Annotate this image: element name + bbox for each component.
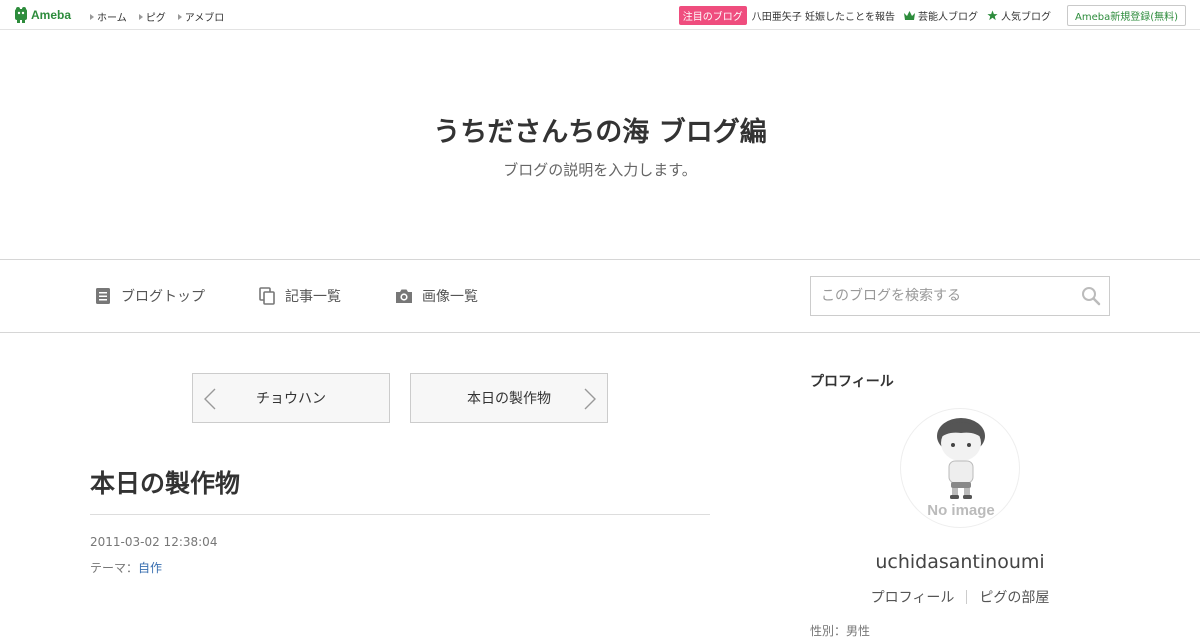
search-input[interactable] bbox=[811, 277, 1081, 315]
triangle-icon bbox=[177, 13, 182, 20]
article-theme: テーマ：自作 bbox=[90, 559, 162, 576]
nav-home-link[interactable]: ホーム bbox=[90, 9, 127, 24]
blog-search bbox=[810, 276, 1110, 316]
attention-blog-link[interactable]: 八田亜矢子 妊娠したことを報告 bbox=[752, 8, 895, 23]
next-article-button[interactable]: 本日の製作物 bbox=[410, 373, 608, 423]
triangle-icon bbox=[90, 13, 94, 20]
ameba-logo[interactable]: Ameba bbox=[14, 6, 71, 23]
celebrity-blog-label: 芸能人ブログ bbox=[917, 12, 978, 23]
nav-article-list[interactable]: 記事一覧 bbox=[258, 286, 341, 306]
blog-description: ブログの説明を入力します。 bbox=[503, 161, 697, 179]
divider bbox=[90, 514, 710, 515]
article-title[interactable]: 本日の製作物 bbox=[90, 464, 240, 500]
register-button[interactable]: Ameba新規登録(無料) bbox=[1066, 5, 1186, 26]
avatar[interactable]: No image bbox=[900, 408, 1020, 528]
crown-icon bbox=[903, 11, 915, 20]
search-icon[interactable] bbox=[1081, 286, 1101, 306]
profile-heading: プロフィール bbox=[810, 374, 894, 390]
nav-ameblo-label: アメブロ bbox=[184, 13, 225, 24]
theme-label: テーマ： bbox=[90, 561, 139, 575]
chevron-left-icon bbox=[204, 388, 216, 410]
document-icon bbox=[96, 288, 110, 304]
article-date: 2011-03-02 12:38:04 bbox=[90, 535, 218, 549]
global-header: Ameba ホーム ピグ アメブロ 注目のブログ 八田亜矢子 妊娠したことを報告… bbox=[0, 0, 1200, 30]
nav-image-list[interactable]: 画像一覧 bbox=[395, 286, 478, 306]
profile-extra: 性別：男性 bbox=[810, 624, 871, 638]
profile-links: プロフィール ピグの部屋 bbox=[810, 587, 1110, 607]
blog-title[interactable]: うちださんちの海 ブログ編 bbox=[0, 110, 1200, 149]
no-image-avatar-icon: No image bbox=[927, 418, 995, 519]
triangle-icon bbox=[138, 13, 143, 20]
profile-link[interactable]: プロフィール bbox=[871, 587, 955, 607]
next-article-label: 本日の製作物 bbox=[467, 391, 551, 407]
blog-nav: ブログトップ 記事一覧 画像一覧 bbox=[0, 259, 1200, 333]
chevron-right-icon bbox=[584, 388, 596, 410]
nav-ameblo-link[interactable]: アメブロ bbox=[177, 9, 225, 24]
nav-pigg-label: ピグ bbox=[145, 13, 166, 24]
copy-pages-icon bbox=[259, 287, 275, 305]
prev-article-button[interactable]: チョウハン bbox=[192, 373, 390, 423]
nav-image-list-label: 画像一覧 bbox=[422, 289, 478, 305]
nav-pigg-link[interactable]: ピグ bbox=[138, 9, 166, 24]
nav-blog-top[interactable]: ブログトップ bbox=[94, 286, 205, 306]
popular-blog-link[interactable]: 人気ブログ bbox=[987, 8, 1051, 23]
celebrity-blog-link[interactable]: 芸能人ブログ bbox=[903, 8, 978, 23]
star-icon bbox=[987, 10, 998, 21]
theme-link[interactable]: 自作 bbox=[138, 561, 162, 575]
prev-article-label: チョウハン bbox=[256, 391, 326, 407]
avatar-no-image-text: No image bbox=[927, 502, 995, 519]
logo-text: Ameba bbox=[31, 7, 72, 22]
nav-home-label: ホーム bbox=[97, 13, 127, 24]
attention-badge: 注目のブログ bbox=[678, 6, 747, 25]
nav-article-list-label: 記事一覧 bbox=[285, 289, 341, 305]
camera-icon bbox=[396, 289, 412, 303]
pig-room-link[interactable]: ピグの部屋 bbox=[979, 587, 1049, 607]
ameba-logo-icon bbox=[15, 7, 27, 23]
popular-blog-label: 人気ブログ bbox=[1000, 12, 1051, 23]
global-header-right: 注目のブログ 八田亜矢子 妊娠したことを報告 芸能人ブログ 人気ブログ Ameb… bbox=[678, 5, 1186, 26]
profile-username[interactable]: uchidasantinoumi bbox=[810, 551, 1110, 573]
divider bbox=[966, 590, 968, 604]
nav-blog-top-label: ブログトップ bbox=[121, 289, 205, 305]
global-nav: ホーム ピグ アメブロ bbox=[90, 9, 224, 24]
